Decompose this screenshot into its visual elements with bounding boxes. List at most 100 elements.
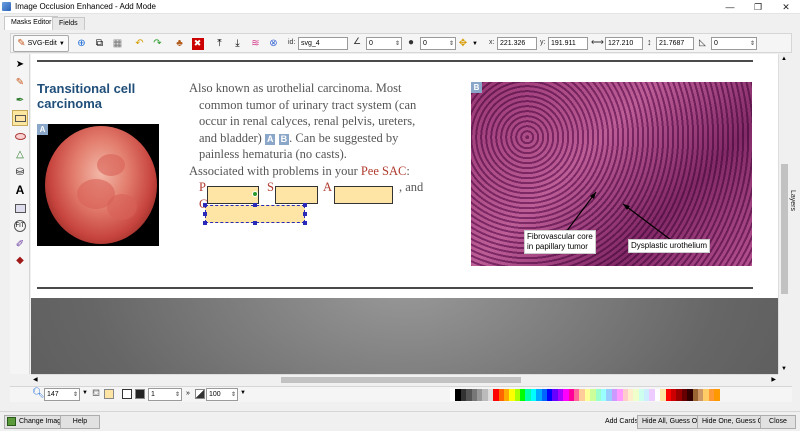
rotation-input[interactable]: 0 ⇕	[366, 37, 402, 50]
grid-button[interactable]: ▦	[109, 35, 126, 52]
text-line: common tumor of urinary tract system (ca…	[199, 97, 417, 112]
cursor-icon: ➤	[15, 58, 25, 70]
resize-handle[interactable]	[303, 221, 307, 225]
minimize-button[interactable]: —	[716, 0, 744, 14]
close-window-button[interactable]: ✕	[772, 0, 800, 14]
scroll-up-icon[interactable]: ▲	[781, 56, 787, 62]
scroll-right-icon[interactable]: ▶	[771, 376, 776, 383]
tab-strip: Masks Editor Fields	[0, 15, 800, 30]
palette-swatch[interactable]	[714, 389, 720, 401]
resize-handle[interactable]	[303, 212, 307, 216]
zoom-value: 147	[47, 391, 59, 398]
bottom-toolbar: 🔍︎ 147 ⇕ ▼ ⛾ 1 ⇕ » 100 ⇕ ▼	[10, 386, 792, 402]
stroke-style-arrow[interactable]: »	[186, 390, 190, 397]
opacity-input[interactable]: 100 ⇕	[206, 388, 238, 401]
ellipse-tool[interactable]	[12, 128, 28, 144]
text-fragment: . Can be suggested by	[289, 130, 399, 145]
width-icon: ⟷	[591, 37, 604, 47]
spinner-icon: ⇕	[448, 41, 454, 47]
resize-handle[interactable]	[203, 221, 207, 225]
width-input[interactable]: 127.210	[605, 37, 643, 50]
help-button[interactable]: Help	[60, 415, 100, 429]
blur-input[interactable]: 0 ⇕	[420, 37, 456, 50]
redo-button[interactable]: ↷	[149, 35, 166, 52]
close-button[interactable]: Close	[760, 415, 796, 429]
zoom-region-tool[interactable]	[12, 200, 28, 216]
redo-icon: ↷	[153, 38, 162, 49]
align-icon: ✥	[458, 38, 468, 49]
id-input[interactable]: svg_4	[298, 37, 348, 50]
resize-handle[interactable]	[253, 221, 257, 225]
pencil-tool[interactable]: ✎	[12, 74, 28, 90]
select-tool[interactable]: ➤	[12, 56, 28, 72]
text-fragment: :	[406, 163, 410, 178]
x-input[interactable]: 221.326	[497, 37, 537, 50]
id-label: id:	[288, 39, 296, 46]
height-input[interactable]: 21.7687	[656, 37, 694, 50]
occlusion-mask-s[interactable]	[275, 186, 318, 204]
fill-color-swatch[interactable]	[104, 389, 114, 399]
horizontal-scrollbar[interactable]: ◀ ▶	[31, 374, 778, 385]
endoscopy-image	[37, 124, 159, 246]
stroke-color-swatch[interactable]	[135, 389, 145, 399]
scroll-left-icon[interactable]: ◀	[33, 376, 38, 383]
image-tool[interactable]: ⛁	[12, 164, 28, 180]
eyedropper-tool[interactable]: ✐	[12, 236, 28, 252]
layers-panel-toggle[interactable]: Layers	[788, 190, 796, 211]
polygon-tool[interactable]: △	[12, 146, 28, 162]
vertical-scrollbar[interactable]: ▲ ▼	[778, 54, 790, 374]
rotate-handle[interactable]	[252, 191, 258, 197]
path-button[interactable]: ≋	[247, 35, 264, 52]
blur-icon: ●	[408, 37, 415, 48]
source-button[interactable]: ⧉	[91, 35, 108, 52]
mask-letter-p: P	[199, 180, 206, 194]
align-dropdown[interactable]: ▼	[469, 35, 481, 52]
corner-radius-input[interactable]: 0 ⇕	[711, 37, 757, 50]
link-button[interactable]: ⊗	[265, 35, 282, 52]
spinner-icon: ⇕	[174, 392, 180, 398]
resize-handle[interactable]	[303, 203, 307, 207]
pen-tool[interactable]: ✒	[12, 92, 28, 108]
canvas-area[interactable]: Transitional cell carcinoma A Also known…	[31, 54, 778, 374]
text-fragment: , and	[399, 180, 424, 194]
resize-handle[interactable]	[253, 203, 257, 207]
text-tool[interactable]: A	[12, 182, 28, 198]
color-palette[interactable]	[450, 389, 720, 401]
undo-button[interactable]: ↶	[131, 35, 148, 52]
resize-handle[interactable]	[203, 212, 207, 216]
mask-letter-s: S	[267, 180, 274, 194]
zoom-input[interactable]: 147 ⇕	[44, 388, 80, 401]
move-top-icon: ⤒	[217, 38, 222, 49]
align-button[interactable]: ✥	[457, 35, 469, 52]
opacity-dropdown[interactable]: ▼	[240, 390, 246, 396]
maximize-button[interactable]: ❐	[744, 0, 772, 14]
horizontal-scroll-thumb[interactable]	[281, 377, 521, 383]
tab-masks-editor[interactable]: Masks Editor	[4, 16, 59, 30]
fit-icon: FIT	[14, 220, 26, 232]
svg-edit-menu[interactable]: ✎ SVG-Edit ▼	[13, 35, 69, 52]
move-bottom-button[interactable]: ⤓	[229, 35, 246, 52]
y-input[interactable]: 191.911	[548, 37, 588, 50]
resize-handle[interactable]	[203, 203, 207, 207]
undo-icon: ↶	[135, 38, 144, 49]
zoom-dropdown[interactable]: ▼	[82, 390, 88, 396]
vertical-scroll-thumb[interactable]	[781, 164, 788, 294]
mask-letter-a: A	[323, 180, 333, 194]
stroke-width-input[interactable]: 1 ⇕	[148, 388, 182, 401]
wireframe-button[interactable]: ⊕	[73, 35, 90, 52]
occlusion-mask-a[interactable]	[334, 186, 393, 204]
shape-tool[interactable]: ◆	[12, 252, 28, 268]
tab-fields[interactable]: Fields	[52, 17, 85, 30]
delete-button[interactable]: ✖	[189, 35, 206, 52]
corner-radius-icon: ◺	[699, 37, 706, 47]
y-label: y:	[540, 39, 546, 46]
clone-button[interactable]: ♣	[171, 35, 188, 52]
chevron-down-icon: ▼	[58, 40, 65, 47]
cylinder-icon: ⛁	[15, 166, 25, 178]
rainbow-icon: ≋	[251, 38, 260, 49]
rectangle-tool[interactable]	[12, 110, 28, 126]
move-top-button[interactable]: ⤒	[211, 35, 228, 52]
image-icon	[7, 417, 16, 426]
scroll-down-icon[interactable]: ▼	[781, 366, 787, 372]
fit-tool[interactable]: FIT	[12, 218, 28, 234]
